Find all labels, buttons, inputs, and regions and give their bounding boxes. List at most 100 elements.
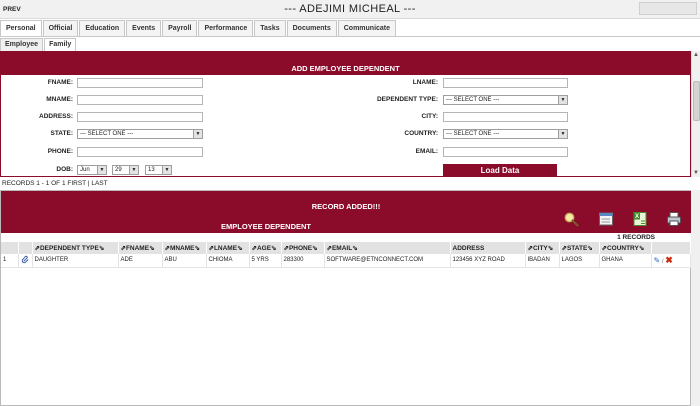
address-label: ADDRESS: (39, 113, 73, 120)
state-select[interactable]: --- SELECT ONE --- ▼ (77, 129, 203, 139)
country-select-value: --- SELECT ONE --- (446, 131, 500, 137)
dob-day-select[interactable]: 29 ▼ (112, 165, 139, 175)
email-input[interactable] (443, 147, 568, 157)
cell-lname: CHIOMA (206, 254, 250, 268)
cell-city: IBADAN (525, 254, 560, 268)
dob-year-select[interactable]: 13 ▼ (145, 165, 172, 175)
state-select-value: --- SELECT ONE --- (80, 131, 134, 137)
col-num (1, 242, 19, 254)
col-country[interactable]: ⇗COUNTRY⇘ (599, 242, 652, 254)
attach-icon[interactable] (18, 254, 33, 268)
phone-input[interactable] (77, 147, 203, 157)
employee-title: --- ADEJIMI MICHEAL --- (284, 3, 416, 15)
dependent-type-value: --- SELECT ONE --- (446, 97, 500, 103)
dependents-table: ⇗DEPENDENT TYPE⇘ ⇗FNAME⇘ ⇗MNAME⇘ ⇗LNAME⇘… (1, 242, 691, 268)
results-title: EMPLOYEE DEPENDENT (220, 222, 311, 231)
scroll-up-icon[interactable]: ▲ (693, 52, 699, 58)
sub-tabs: Employee Family (0, 38, 77, 51)
lname-input[interactable] (443, 78, 568, 88)
dob-year-value: 13 (148, 167, 155, 173)
cell-country: GHANA (599, 254, 652, 268)
email-label: EMAIL: (415, 148, 438, 155)
scroll-down-icon[interactable]: ▼ (693, 170, 699, 176)
results-scrollbar[interactable] (691, 190, 700, 406)
city-label: CITY: (421, 113, 439, 120)
dob-month-select[interactable]: Jun ▼ (77, 165, 107, 175)
edit-icon[interactable]: ✎ (654, 256, 661, 265)
next-button[interactable] (639, 2, 697, 15)
city-input[interactable] (443, 112, 568, 122)
form-scrollbar[interactable]: ▲ ▼ (691, 51, 700, 177)
cell-dependent-type: DAUGHTER (32, 254, 119, 268)
svg-text:X: X (635, 214, 639, 220)
address-input[interactable] (77, 112, 203, 122)
col-fname[interactable]: ⇗FNAME⇘ (118, 242, 163, 254)
cell-address: 123456 XYZ ROAD (450, 254, 526, 268)
dob-month-value: Jun (80, 167, 90, 173)
record-count: 1 RECORDS (617, 234, 655, 241)
col-age[interactable]: ⇗AGE⇘ (249, 242, 282, 254)
col-phone[interactable]: ⇗PHONE⇘ (281, 242, 325, 254)
country-label: COUNTRY: (404, 130, 438, 137)
tab-official[interactable]: Official (42, 20, 79, 36)
lname-label: LNAME: (412, 79, 438, 86)
chevron-down-icon: ▼ (162, 166, 171, 174)
tab-tasks[interactable]: Tasks (254, 20, 286, 36)
dob-day-value: 29 (115, 167, 122, 173)
tab-documents[interactable]: Documents (286, 20, 337, 36)
chevron-down-icon: ▼ (193, 130, 202, 138)
tab-personal[interactable]: Personal (0, 20, 42, 36)
tabs-divider (0, 36, 700, 37)
tab-education[interactable]: Education (79, 20, 126, 36)
col-city[interactable]: ⇗CITY⇘ (525, 242, 560, 254)
search-icon[interactable] (563, 211, 579, 227)
record-count-bar: 1 RECORDS (1, 233, 691, 242)
country-select[interactable]: --- SELECT ONE --- ▼ (443, 129, 568, 139)
chevron-down-icon: ▼ (558, 130, 567, 138)
row-number: 1 (1, 254, 19, 268)
col-attach (18, 242, 33, 254)
mname-input[interactable] (77, 95, 203, 105)
subtab-employee[interactable]: Employee (0, 38, 44, 51)
scrollbar-thumb[interactable] (693, 81, 700, 121)
cell-email: SOFTWARE@ETNCONNECT.COM (324, 254, 451, 268)
col-actions (651, 242, 691, 254)
chevron-down-icon: ▼ (558, 96, 567, 104)
print-icon[interactable] (666, 211, 682, 227)
col-mname[interactable]: ⇗MNAME⇘ (162, 242, 207, 254)
results-header: RECORD ADDED!!! EMPLOYEE DEPENDENT X (1, 191, 691, 233)
tab-performance[interactable]: Performance (198, 20, 254, 36)
subtab-family[interactable]: Family (44, 38, 77, 51)
chevron-down-icon: ▼ (97, 166, 106, 174)
form-title: ADD EMPLOYEE DEPENDENT (1, 62, 690, 75)
top-bar: PREV --- ADEJIMI MICHEAL --- (0, 0, 700, 19)
delete-icon[interactable]: ✖ (665, 255, 673, 265)
records-pager[interactable]: RECORDS 1 - 1 OF 1 FIRST | LAST (2, 180, 108, 187)
col-lname[interactable]: ⇗LNAME⇘ (206, 242, 250, 254)
col-state[interactable]: ⇗STATE⇘ (559, 242, 600, 254)
dependent-type-select[interactable]: --- SELECT ONE --- ▼ (443, 95, 568, 105)
tab-payroll[interactable]: Payroll (162, 20, 198, 36)
table-header-row: ⇗DEPENDENT TYPE⇘ ⇗FNAME⇘ ⇗MNAME⇘ ⇗LNAME⇘… (1, 242, 691, 254)
mname-label: MNAME: (46, 96, 73, 103)
fname-input[interactable] (77, 78, 203, 88)
record-added-message: RECORD ADDED!!! (311, 202, 381, 211)
dob-label: DOB: (56, 166, 73, 173)
phone-label: PHONE: (47, 148, 73, 155)
tab-events[interactable]: Events (126, 20, 162, 36)
excel-export-icon[interactable]: X (632, 211, 648, 227)
col-address: ADDRESS (450, 242, 526, 254)
chevron-down-icon: ▼ (129, 166, 138, 174)
cell-phone: 283300 (281, 254, 325, 268)
tab-communicate[interactable]: Communicate (337, 20, 397, 36)
cell-fname: ADE (118, 254, 163, 268)
cell-mname: ABU (162, 254, 207, 268)
col-email[interactable]: ⇗EMAIL⇘ (324, 242, 451, 254)
action-separator: / (661, 258, 664, 265)
edit-form-icon[interactable] (598, 211, 614, 227)
main-tabs: Personal Official Education Events Payro… (0, 20, 397, 36)
load-data-button[interactable]: Load Data (443, 164, 557, 176)
col-dependent-type[interactable]: ⇗DEPENDENT TYPE⇘ (32, 242, 119, 254)
dependents-panel: RECORD ADDED!!! EMPLOYEE DEPENDENT X 1 R… (0, 190, 691, 406)
cell-state: LAGOS (559, 254, 600, 268)
